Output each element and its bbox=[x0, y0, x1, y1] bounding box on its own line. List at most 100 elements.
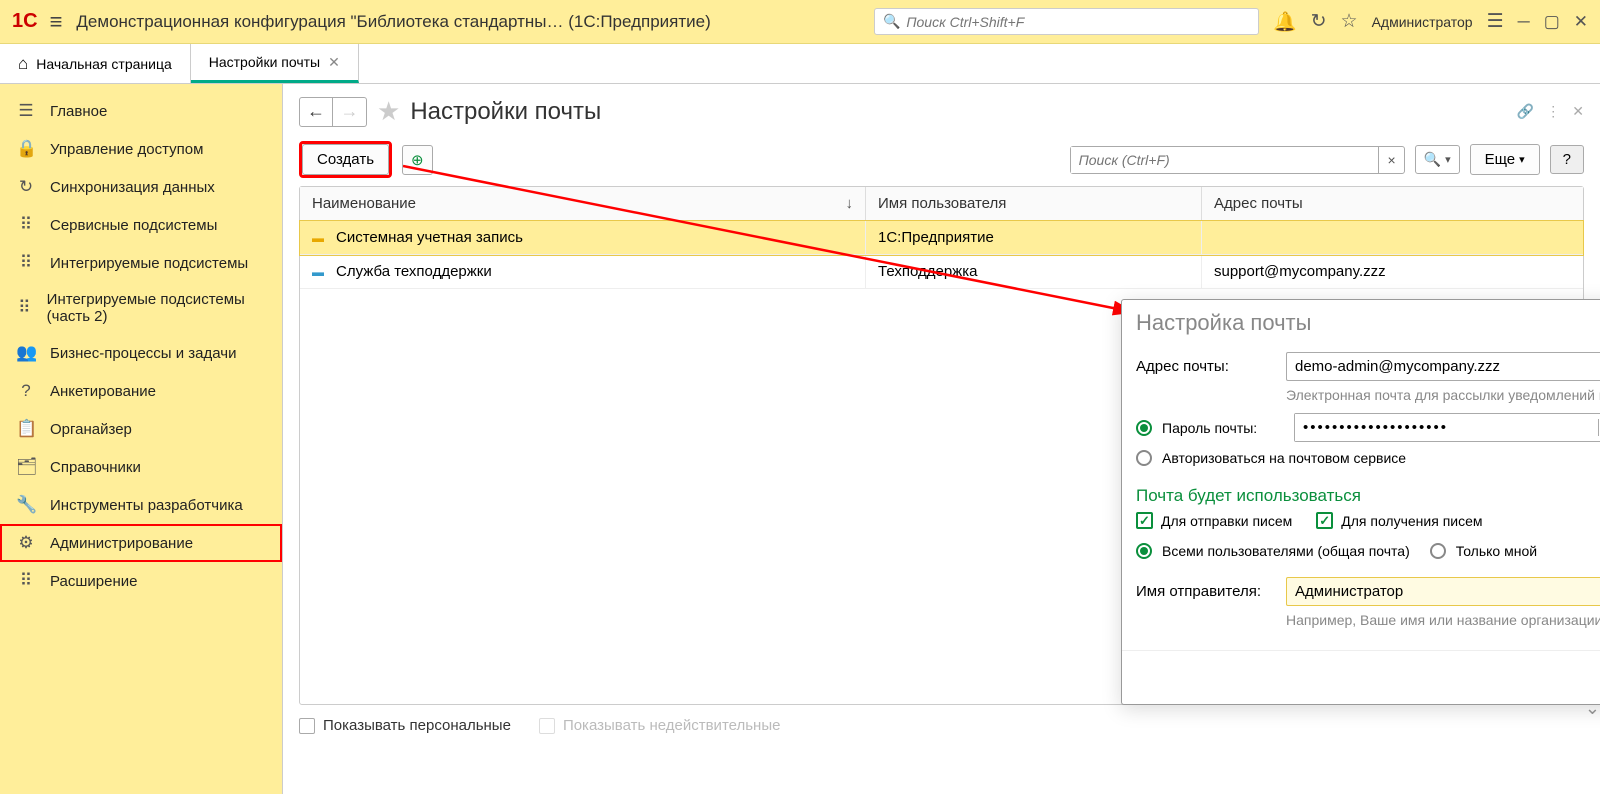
sidebar-item-extension[interactable]: ⠿Расширение bbox=[0, 562, 282, 600]
home-icon: ⌂ bbox=[18, 54, 28, 74]
tab-home[interactable]: ⌂ Начальная страница bbox=[0, 44, 191, 83]
kebab-icon[interactable]: ⋮ bbox=[1546, 103, 1560, 120]
clipboard-icon: 📋 bbox=[16, 419, 36, 439]
sidebar-item-survey[interactable]: ?Анкетирование bbox=[0, 372, 282, 410]
only-me-radio[interactable] bbox=[1430, 543, 1446, 559]
all-users-radio[interactable] bbox=[1136, 543, 1152, 559]
sidebar-item-refs[interactable]: 🗂Справочники bbox=[0, 448, 282, 486]
sidebar-item-sync[interactable]: ↻Синхронизация данных bbox=[0, 168, 282, 206]
app-logo: 1C bbox=[12, 10, 38, 33]
grid-icon: ⠿ bbox=[16, 215, 36, 235]
help-button[interactable]: ? bbox=[1550, 145, 1584, 174]
sidebar-item-admin[interactable]: ⚙Администрирование bbox=[0, 524, 282, 562]
sync-icon: ↻ bbox=[16, 177, 36, 197]
settings-icon[interactable]: ☰ bbox=[1487, 10, 1504, 33]
list-icon: ☰ bbox=[16, 101, 36, 121]
nav-back-button[interactable]: ← bbox=[299, 97, 333, 127]
show-invalid-checkbox[interactable] bbox=[539, 718, 555, 734]
oauth-radio[interactable] bbox=[1136, 450, 1152, 466]
sidebar-item-access[interactable]: 🔒Управление доступом bbox=[0, 130, 282, 168]
all-users-label: Всеми пользователями (общая почта) bbox=[1162, 543, 1410, 559]
tab-mail-settings[interactable]: Настройки почты ✕ bbox=[191, 44, 359, 83]
favorite-icon[interactable]: ★ bbox=[377, 96, 400, 127]
addr-hint: Электронная почта для рассылки уведомлен… bbox=[1286, 387, 1600, 403]
sidebar-item-service[interactable]: ⠿Сервисные подсистемы bbox=[0, 206, 282, 244]
gear-icon: ⚙ bbox=[16, 533, 36, 553]
tabs-bar: ⌂ Начальная страница Настройки почты ✕ bbox=[0, 44, 1600, 84]
mail-setup-dialog: Настройка почты ⋮ ◻ ✕ Адрес почты: Элект… bbox=[1121, 299, 1600, 705]
sender-hint: Например, Ваше имя или название организа… bbox=[1286, 612, 1600, 628]
account-icon: ▬ bbox=[312, 231, 330, 245]
chevron-down-icon: ▾ bbox=[1519, 153, 1525, 166]
table-search-input[interactable] bbox=[1071, 147, 1379, 173]
addr-input[interactable] bbox=[1286, 352, 1600, 381]
copy-icon: ⊕ bbox=[411, 152, 424, 169]
more-button[interactable]: Еще ▾ bbox=[1470, 144, 1540, 175]
star-icon[interactable]: ☆ bbox=[1341, 10, 1358, 33]
sidebar-item-devtools[interactable]: 🔧Инструменты разработчика bbox=[0, 486, 282, 524]
send-checkbox[interactable] bbox=[1136, 512, 1153, 529]
sidebar-item-bizproc[interactable]: 👥Бизнес-процессы и задачи bbox=[0, 334, 282, 372]
dialog-title: Настройка почты bbox=[1136, 310, 1600, 336]
global-search-input[interactable] bbox=[906, 14, 1250, 30]
sidebar-item-organizer[interactable]: 📋Органайзер bbox=[0, 410, 282, 448]
copy-button[interactable]: ⊕ bbox=[402, 145, 433, 175]
show-personal-checkbox[interactable] bbox=[299, 718, 315, 734]
addr-label: Адрес почты: bbox=[1136, 358, 1286, 375]
grid-icon: ⠿ bbox=[16, 571, 36, 591]
link-icon[interactable]: 🔗 bbox=[1517, 103, 1534, 120]
only-me-label: Только мной bbox=[1456, 543, 1537, 559]
col-addr[interactable]: Адрес почты bbox=[1202, 187, 1583, 220]
search-icon: 🔍 bbox=[1424, 151, 1441, 168]
books-icon: 🗂 bbox=[16, 457, 36, 477]
col-user[interactable]: Имя пользователя bbox=[866, 187, 1202, 220]
table-row[interactable]: ▬Служба техподдержки Техподдержка suppor… bbox=[300, 255, 1583, 289]
send-checkbox-label: Для отправки писем bbox=[1161, 513, 1292, 529]
usage-section-title: Почта будет использоваться bbox=[1136, 486, 1600, 506]
search-icon: 🔍 bbox=[883, 13, 900, 30]
wrench-icon: 🔧 bbox=[16, 495, 36, 515]
page-title: Настройки почты bbox=[410, 98, 601, 126]
oauth-radio-label: Авторизоваться на почтовом сервисе bbox=[1162, 450, 1406, 466]
grid-icon: ⠿ bbox=[16, 298, 33, 318]
content: ← → ★ Настройки почты 🔗 ⋮ ✕ Создать ⊕ × … bbox=[283, 84, 1600, 794]
question-icon: ? bbox=[16, 381, 36, 401]
app-title: Демонстрационная конфигурация "Библиотек… bbox=[76, 12, 874, 32]
sender-label: Имя отправителя: bbox=[1136, 583, 1286, 600]
recv-checkbox[interactable] bbox=[1316, 512, 1333, 529]
minimize-button[interactable]: ─ bbox=[1518, 12, 1530, 32]
col-name[interactable]: Наименование bbox=[300, 187, 866, 220]
sidebar-item-integ1[interactable]: ⠿Интегрируемые подсистемы bbox=[0, 244, 282, 282]
sidebar-item-main[interactable]: ☰Главное bbox=[0, 92, 282, 130]
recv-checkbox-label: Для получения писем bbox=[1341, 513, 1482, 529]
tab-close-icon[interactable]: ✕ bbox=[328, 54, 340, 71]
grid-icon: ⠿ bbox=[16, 253, 36, 273]
menu-icon[interactable]: ≡ bbox=[50, 9, 63, 35]
show-personal-label: Показывать персональные bbox=[323, 717, 511, 734]
sidebar-item-integ2[interactable]: ⠿Интегрируемые подсистемы (часть 2) bbox=[0, 282, 282, 334]
people-icon: 👥 bbox=[16, 343, 36, 363]
account-icon: ▬ bbox=[312, 265, 330, 279]
tab-mail-label: Настройки почты bbox=[209, 54, 320, 70]
maximize-button[interactable]: ▢ bbox=[1544, 12, 1560, 32]
sender-input[interactable] bbox=[1286, 577, 1600, 606]
search-action-button[interactable]: 🔍 ▾ bbox=[1415, 145, 1460, 174]
global-search[interactable]: 🔍 bbox=[874, 8, 1259, 35]
sidebar: ☰Главное 🔒Управление доступом ↻Синхрониз… bbox=[0, 84, 283, 794]
lock-icon: 🔒 bbox=[16, 139, 36, 159]
bell-icon[interactable]: 🔔 bbox=[1273, 10, 1297, 34]
clear-search-button[interactable]: × bbox=[1378, 147, 1403, 173]
table-search[interactable]: × bbox=[1070, 146, 1405, 174]
create-button[interactable]: Создать bbox=[302, 144, 389, 175]
password-radio-label: Пароль почты: bbox=[1162, 420, 1284, 436]
titlebar: 1C ≡ Демонстрационная конфигурация "Библ… bbox=[0, 0, 1600, 44]
password-radio[interactable] bbox=[1136, 420, 1152, 436]
password-input[interactable] bbox=[1295, 414, 1598, 441]
username[interactable]: Администратор bbox=[1372, 14, 1473, 30]
close-button[interactable]: ✕ bbox=[1574, 12, 1588, 32]
nav-forward-button[interactable]: → bbox=[333, 97, 367, 127]
tab-home-label: Начальная страница bbox=[36, 56, 171, 72]
close-panel-icon[interactable]: ✕ bbox=[1572, 103, 1584, 120]
table-row[interactable]: ▬Системная учетная запись 1С:Предприятие bbox=[300, 221, 1583, 255]
history-icon[interactable]: ↻ bbox=[1311, 10, 1327, 33]
